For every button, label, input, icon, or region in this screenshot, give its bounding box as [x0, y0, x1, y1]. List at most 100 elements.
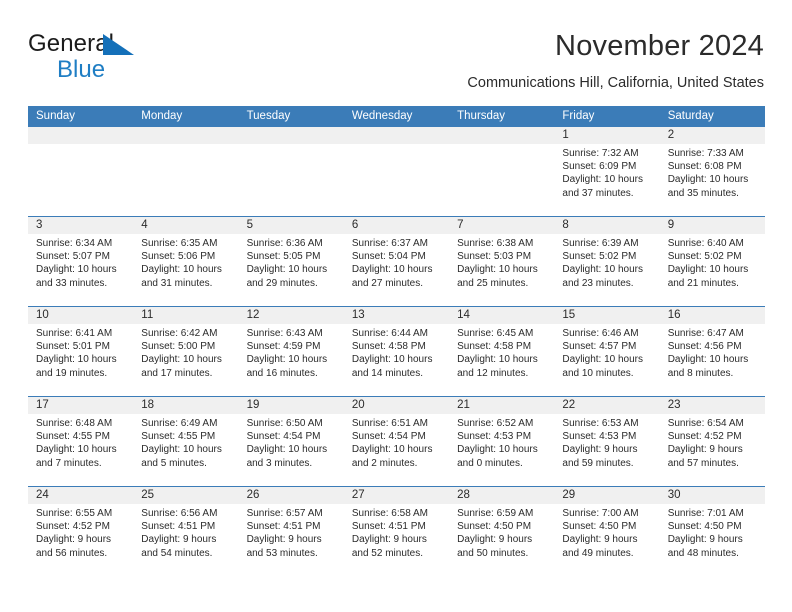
day-number[interactable] — [28, 127, 133, 144]
day-cell[interactable]: Sunrise: 6:43 AM Sunset: 4:59 PM Dayligh… — [239, 324, 344, 396]
day-number[interactable] — [133, 127, 238, 144]
day-cell[interactable]: Sunrise: 6:40 AM Sunset: 5:02 PM Dayligh… — [660, 234, 765, 306]
sunrise-text: Sunrise: 6:36 AM — [246, 238, 323, 249]
day-cell[interactable]: Sunrise: 6:36 AM Sunset: 5:05 PM Dayligh… — [239, 234, 344, 306]
day-number[interactable]: 26 — [239, 487, 344, 504]
calendar-week-row: 1 2 Sunrise: 7:32 AM Sunset: 6:09 PM Day… — [28, 126, 765, 216]
day-cell[interactable] — [28, 144, 133, 216]
day-cell[interactable]: Sunrise: 6:44 AM Sunset: 4:58 PM Dayligh… — [344, 324, 449, 396]
sunset-text: Sunset: 6:09 PM — [562, 161, 637, 173]
day-cell[interactable] — [344, 144, 449, 216]
day-number[interactable]: 12 — [239, 307, 344, 324]
day-number[interactable]: 21 — [449, 397, 554, 414]
day-cell[interactable]: Sunrise: 6:45 AM Sunset: 4:58 PM Dayligh… — [449, 324, 554, 396]
sunrise-text: Sunrise: 7:00 AM — [562, 508, 639, 519]
sunset-text: Sunset: 4:59 PM — [246, 341, 321, 353]
day-cell[interactable]: Sunrise: 6:53 AM Sunset: 4:53 PM Dayligh… — [554, 414, 659, 486]
day-number[interactable]: 9 — [660, 217, 765, 234]
day-cell[interactable]: Sunrise: 6:41 AM Sunset: 5:01 PM Dayligh… — [28, 324, 133, 396]
day-cell[interactable]: Sunrise: 7:33 AM Sunset: 6:08 PM Dayligh… — [660, 144, 765, 216]
day-number[interactable]: 2 — [660, 127, 765, 144]
day-cell[interactable]: Sunrise: 6:51 AM Sunset: 4:54 PM Dayligh… — [344, 414, 449, 486]
sunrise-text: Sunrise: 6:59 AM — [457, 508, 534, 519]
day-cell[interactable]: Sunrise: 6:42 AM Sunset: 5:00 PM Dayligh… — [133, 324, 238, 396]
sunset-text: Sunset: 4:51 PM — [141, 521, 216, 533]
day-cell[interactable]: Sunrise: 6:56 AM Sunset: 4:51 PM Dayligh… — [133, 504, 238, 576]
day-number[interactable]: 18 — [133, 397, 238, 414]
sunrise-text: Sunrise: 6:52 AM — [457, 418, 534, 429]
day-number[interactable]: 25 — [133, 487, 238, 504]
day-number[interactable]: 5 — [239, 217, 344, 234]
daylight-line1: Daylight: 10 hours — [351, 444, 433, 456]
daylight-line1: Daylight: 9 hours — [141, 534, 217, 546]
day-cell[interactable] — [449, 144, 554, 216]
day-cell[interactable]: Sunrise: 6:52 AM Sunset: 4:53 PM Dayligh… — [449, 414, 554, 486]
day-number[interactable]: 17 — [28, 397, 133, 414]
day-number[interactable]: 8 — [554, 217, 659, 234]
day-cell[interactable]: Sunrise: 6:54 AM Sunset: 4:52 PM Dayligh… — [660, 414, 765, 486]
day-cell[interactable]: Sunrise: 6:47 AM Sunset: 4:56 PM Dayligh… — [660, 324, 765, 396]
day-number[interactable]: 3 — [28, 217, 133, 234]
weekday-header-row: Sunday Monday Tuesday Wednesday Thursday… — [28, 106, 765, 126]
daylight-line2: and 49 minutes. — [562, 547, 634, 559]
day-number[interactable]: 7 — [449, 217, 554, 234]
day-number[interactable]: 13 — [344, 307, 449, 324]
day-cell[interactable]: Sunrise: 6:39 AM Sunset: 5:02 PM Dayligh… — [554, 234, 659, 306]
day-number[interactable]: 6 — [344, 217, 449, 234]
day-number[interactable]: 19 — [239, 397, 344, 414]
title-block: November 2024 Communications Hill, Calif… — [244, 28, 764, 92]
day-number[interactable]: 23 — [660, 397, 765, 414]
daylight-line1: Daylight: 10 hours — [457, 264, 538, 276]
day-number[interactable]: 29 — [554, 487, 659, 504]
day-number[interactable]: 4 — [133, 217, 238, 234]
sunrise-text: Sunrise: 6:43 AM — [246, 328, 323, 339]
general-blue-logo[interactable]: General Blue — [28, 30, 208, 86]
day-cell[interactable]: Sunrise: 6:46 AM Sunset: 4:57 PM Dayligh… — [554, 324, 659, 396]
weekday-header-thursday: Thursday — [457, 110, 506, 122]
daylight-line2: and 48 minutes. — [667, 547, 739, 559]
day-cell[interactable]: Sunrise: 6:50 AM Sunset: 4:54 PM Dayligh… — [239, 414, 344, 486]
daylight-line2: and 0 minutes. — [457, 457, 523, 469]
daylight-line1: Daylight: 10 hours — [457, 354, 538, 366]
day-number[interactable]: 1 — [554, 127, 659, 144]
day-number[interactable]: 10 — [28, 307, 133, 324]
day-number[interactable]: 16 — [660, 307, 765, 324]
daylight-line1: Daylight: 10 hours — [351, 354, 433, 366]
day-cell[interactable]: Sunrise: 6:38 AM Sunset: 5:03 PM Dayligh… — [449, 234, 554, 306]
day-cell[interactable]: Sunrise: 6:35 AM Sunset: 5:06 PM Dayligh… — [133, 234, 238, 306]
day-number[interactable]: 11 — [133, 307, 238, 324]
sunset-text: Sunset: 4:58 PM — [457, 341, 532, 353]
daylight-line2: and 12 minutes. — [457, 367, 529, 379]
day-cell[interactable]: Sunrise: 7:01 AM Sunset: 4:50 PM Dayligh… — [660, 504, 765, 576]
week-date-strip: 17 18 19 20 21 22 23 — [28, 397, 765, 414]
day-cell[interactable]: Sunrise: 7:32 AM Sunset: 6:09 PM Dayligh… — [554, 144, 659, 216]
day-number[interactable]: 15 — [554, 307, 659, 324]
day-number[interactable]: 30 — [660, 487, 765, 504]
calendar-grid: Sunday Monday Tuesday Wednesday Thursday… — [28, 106, 765, 576]
sunset-text: Sunset: 5:07 PM — [36, 251, 110, 263]
day-cell[interactable]: Sunrise: 7:00 AM Sunset: 4:50 PM Dayligh… — [554, 504, 659, 576]
day-number[interactable]: 24 — [28, 487, 133, 504]
day-cell[interactable] — [133, 144, 238, 216]
day-cell[interactable]: Sunrise: 6:48 AM Sunset: 4:55 PM Dayligh… — [28, 414, 133, 486]
logo-text-blue: Blue — [57, 56, 106, 83]
day-cell[interactable]: Sunrise: 6:57 AM Sunset: 4:51 PM Dayligh… — [239, 504, 344, 576]
day-cell[interactable]: Sunrise: 6:55 AM Sunset: 4:52 PM Dayligh… — [28, 504, 133, 576]
day-cell[interactable]: Sunrise: 6:34 AM Sunset: 5:07 PM Dayligh… — [28, 234, 133, 306]
day-cell[interactable]: Sunrise: 6:58 AM Sunset: 4:51 PM Dayligh… — [344, 504, 449, 576]
day-cell[interactable]: Sunrise: 6:59 AM Sunset: 4:50 PM Dayligh… — [449, 504, 554, 576]
day-number[interactable] — [449, 127, 554, 144]
day-number[interactable]: 28 — [449, 487, 554, 504]
day-cell[interactable]: Sunrise: 6:37 AM Sunset: 5:04 PM Dayligh… — [344, 234, 449, 306]
day-number[interactable]: 20 — [344, 397, 449, 414]
day-number[interactable]: 14 — [449, 307, 554, 324]
daylight-line2: and 16 minutes. — [246, 367, 318, 379]
day-cell[interactable]: Sunrise: 6:49 AM Sunset: 4:55 PM Dayligh… — [133, 414, 238, 486]
daylight-line1: Daylight: 9 hours — [562, 534, 638, 546]
sunset-text: Sunset: 4:53 PM — [562, 431, 637, 443]
day-number[interactable]: 22 — [554, 397, 659, 414]
day-cell[interactable] — [239, 144, 344, 216]
day-number[interactable]: 27 — [344, 487, 449, 504]
day-number[interactable] — [344, 127, 449, 144]
day-number[interactable] — [239, 127, 344, 144]
